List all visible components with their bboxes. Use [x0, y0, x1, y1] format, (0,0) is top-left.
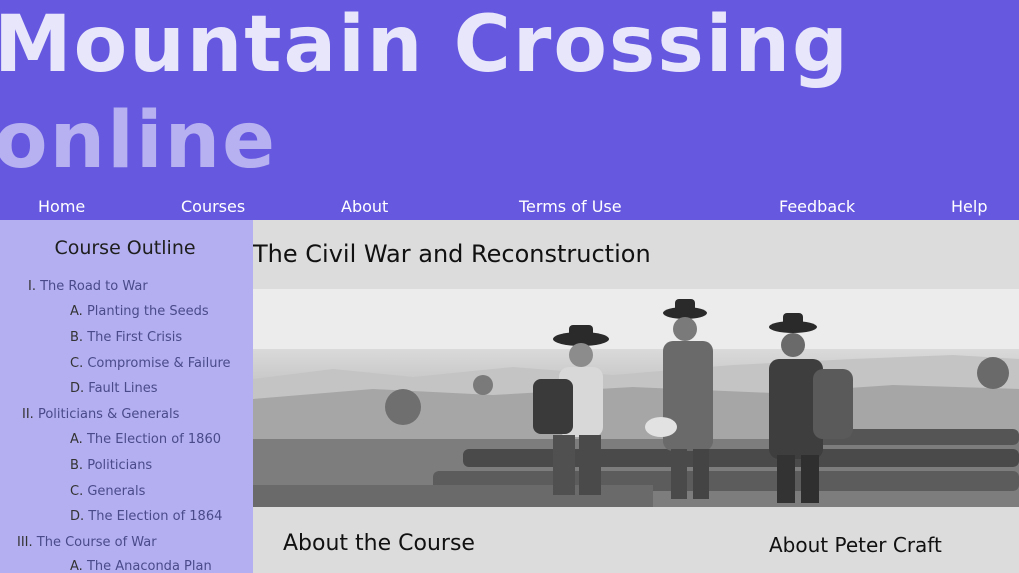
course-outline-title: Course Outline: [54, 237, 196, 259]
outline-subitem[interactable]: B. Politicians: [70, 458, 152, 473]
nav-feedback[interactable]: Feedback: [779, 197, 855, 216]
main-nav: Home Courses About Terms of Use Feedback…: [0, 193, 1019, 220]
about-peter-heading: About Peter Craft: [769, 533, 942, 557]
nav-terms-of-use[interactable]: Terms of Use: [519, 197, 622, 216]
outline-section-1[interactable]: I. The Road to War: [28, 279, 148, 294]
course-outline-sidebar: Course Outline I. The Road to War A. Pla…: [0, 220, 253, 573]
outline-link[interactable]: The Election of 1864: [88, 509, 222, 524]
outline-letter: B.: [70, 330, 84, 345]
outline-link[interactable]: The Road to War: [40, 279, 148, 294]
outline-link[interactable]: Compromise & Failure: [87, 356, 230, 371]
outline-number: I.: [28, 279, 36, 294]
about-course-heading: About the Course: [283, 531, 475, 556]
nav-courses[interactable]: Courses: [181, 197, 245, 216]
outline-link[interactable]: The Anaconda Plan: [87, 559, 212, 573]
nav-help[interactable]: Help: [951, 197, 987, 216]
outline-letter: A.: [70, 304, 83, 319]
outline-letter: D.: [70, 509, 85, 524]
outline-subitem[interactable]: D. Fault Lines: [70, 381, 158, 396]
outline-subitem[interactable]: A. The Election of 1860: [70, 432, 221, 447]
hero-photo-illustration: [253, 289, 1019, 507]
outline-letter: D.: [70, 381, 85, 396]
site-header: Mountain Crossing online Home Courses Ab…: [0, 0, 1019, 220]
course-title: The Civil War and Reconstruction: [253, 240, 651, 268]
outline-subitem[interactable]: A. The Anaconda Plan: [70, 559, 212, 573]
outline-link[interactable]: Politicians: [87, 458, 152, 473]
outline-link[interactable]: The First Crisis: [87, 330, 182, 345]
hero-photo: [253, 289, 1019, 507]
outline-subitem[interactable]: C. Generals: [70, 484, 145, 499]
outline-section-3[interactable]: III. The Course of War: [17, 535, 157, 550]
outline-letter: B.: [70, 458, 84, 473]
outline-link[interactable]: Fault Lines: [88, 381, 157, 396]
site-logo-line1[interactable]: Mountain Crossing: [0, 6, 850, 84]
outline-section-2[interactable]: II. Politicians & Generals: [22, 407, 179, 422]
outline-letter: A.: [70, 559, 83, 573]
outline-link[interactable]: Politicians & Generals: [38, 407, 179, 422]
outline-letter: A.: [70, 432, 83, 447]
outline-link[interactable]: The Course of War: [37, 535, 157, 550]
outline-link[interactable]: Generals: [87, 484, 145, 499]
outline-subitem[interactable]: C. Compromise & Failure: [70, 356, 231, 371]
outline-number: III.: [17, 535, 33, 550]
outline-number: II.: [22, 407, 34, 422]
outline-letter: C.: [70, 484, 84, 499]
nav-about[interactable]: About: [341, 197, 388, 216]
outline-link[interactable]: Planting the Seeds: [87, 304, 209, 319]
outline-subitem[interactable]: A. Planting the Seeds: [70, 304, 209, 319]
site-logo-line2[interactable]: online: [0, 102, 277, 180]
outline-letter: C.: [70, 356, 84, 371]
main-content: The Civil War and Reconstruction About t…: [253, 220, 1019, 573]
outline-subitem[interactable]: B. The First Crisis: [70, 330, 182, 345]
nav-home[interactable]: Home: [38, 197, 85, 216]
outline-link[interactable]: The Election of 1860: [87, 432, 221, 447]
outline-subitem[interactable]: D. The Election of 1864: [70, 509, 222, 524]
